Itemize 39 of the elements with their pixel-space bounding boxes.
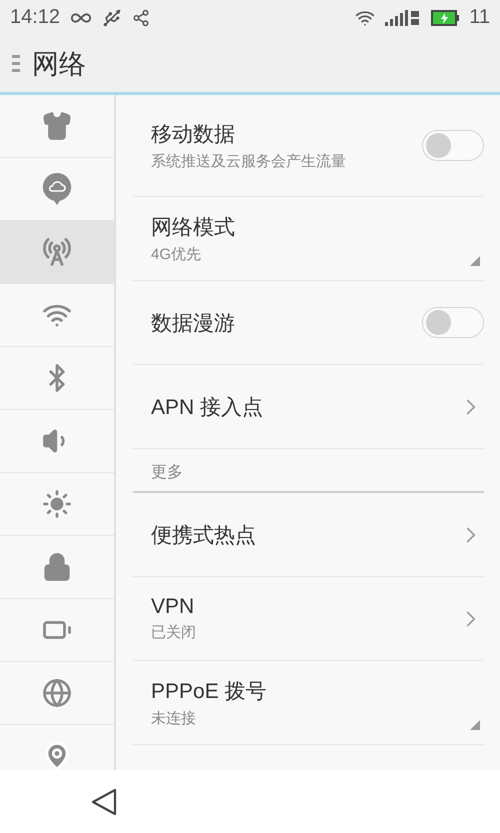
- usb-icon: [102, 8, 122, 28]
- settings-row[interactable]: APN 接入点: [133, 365, 484, 449]
- settings-row[interactable]: 便携式热点: [133, 493, 484, 577]
- setting-subtitle: 系统推送及云服务会产生流量: [151, 152, 346, 171]
- setting-subtitle: 4G优先: [151, 245, 202, 264]
- setting-title: PPPoE 拨号: [151, 679, 267, 705]
- lock-icon: [42, 552, 72, 582]
- settings-row[interactable]: 数据漫游: [133, 281, 484, 365]
- cell-signal-icon: [385, 8, 422, 26]
- battery-level-text: 11: [469, 6, 490, 29]
- cloud-bubble-icon: [42, 172, 72, 206]
- section-title: 更多: [151, 463, 183, 483]
- setting-title: 数据漫游: [151, 310, 235, 336]
- settings-row[interactable]: 网络模式 4G优先: [133, 197, 484, 281]
- setting-subtitle: 未连接: [151, 709, 196, 728]
- sidebar-item[interactable]: [0, 221, 114, 284]
- antenna-icon: [42, 237, 72, 267]
- setting-title: 移动数据: [151, 122, 235, 148]
- settings-row[interactable]: PPPoE 拨号 未连接: [133, 661, 484, 745]
- setting-title: 便携式热点: [151, 522, 256, 548]
- dropdown-triangle-icon: [470, 720, 480, 730]
- dropdown-triangle-icon: [470, 256, 480, 266]
- sun-icon: [42, 489, 72, 519]
- menu-icon[interactable]: [12, 52, 20, 74]
- settings-row[interactable]: VPN 已关闭: [133, 577, 484, 661]
- globe-icon: [42, 678, 72, 708]
- toggle-switch[interactable]: [422, 307, 484, 338]
- toggle-switch[interactable]: [422, 130, 484, 161]
- back-icon[interactable]: [90, 788, 118, 816]
- shirt-icon: [42, 111, 72, 141]
- setting-title: APN 接入点: [151, 394, 264, 420]
- settings-row[interactable]: 移动数据 系统推送及云服务会产生流量: [133, 95, 484, 197]
- page-title: 网络: [32, 48, 86, 80]
- setting-subtitle: 已关闭: [151, 623, 196, 642]
- battery-charging-icon: [431, 10, 460, 26]
- network-node-icon: [132, 8, 150, 26]
- setting-title: 网络模式: [151, 215, 235, 241]
- status-time: 14:12: [10, 6, 60, 29]
- setting-title: VPN: [151, 595, 194, 619]
